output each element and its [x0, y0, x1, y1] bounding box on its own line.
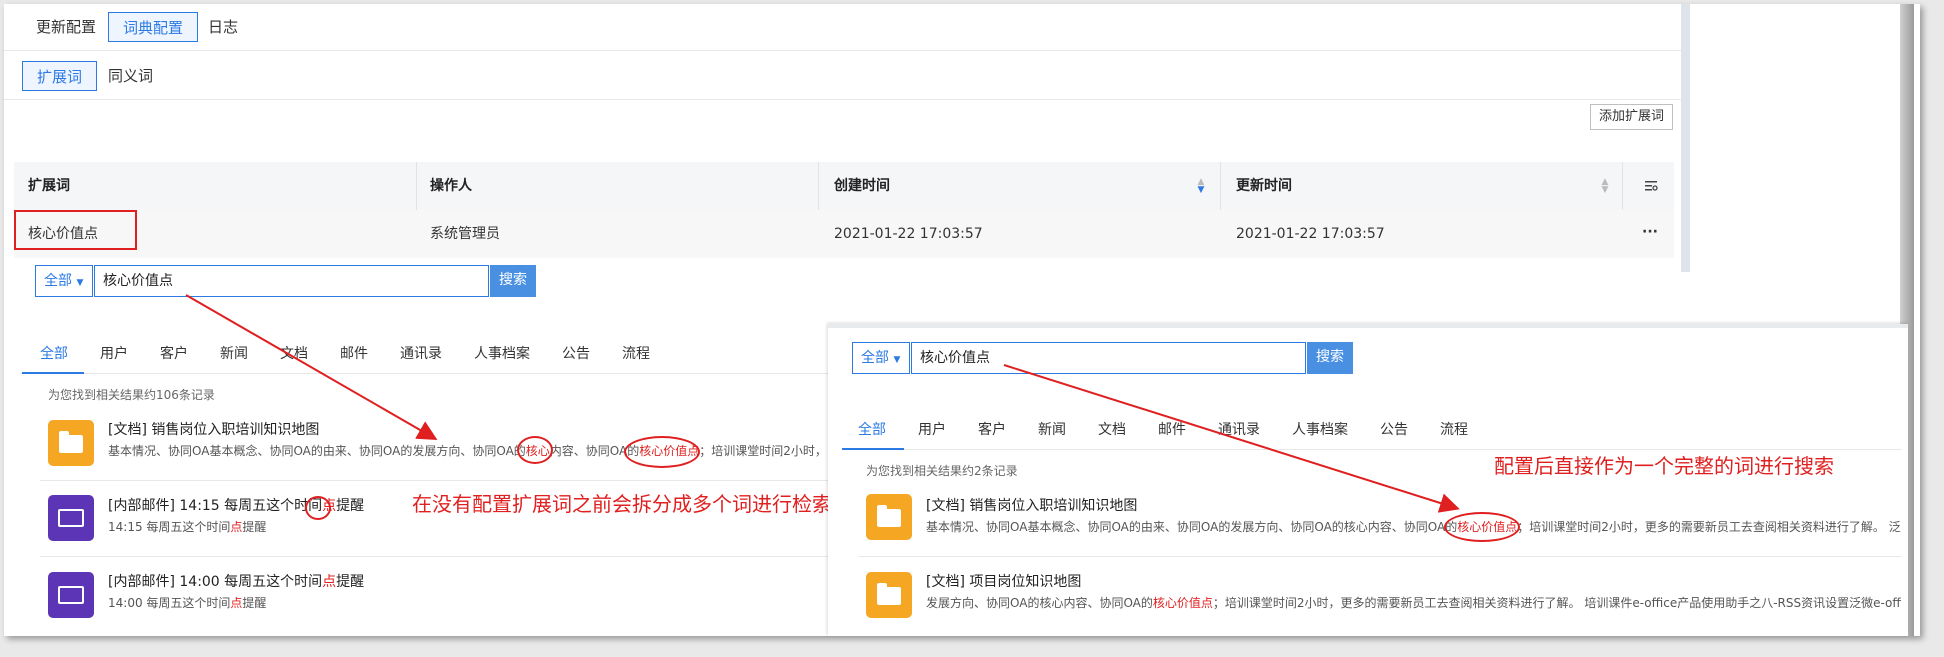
annotation-arrows: [185, 294, 1460, 513]
arrow-right: [1003, 364, 1460, 513]
arrow-left: [185, 294, 438, 440]
